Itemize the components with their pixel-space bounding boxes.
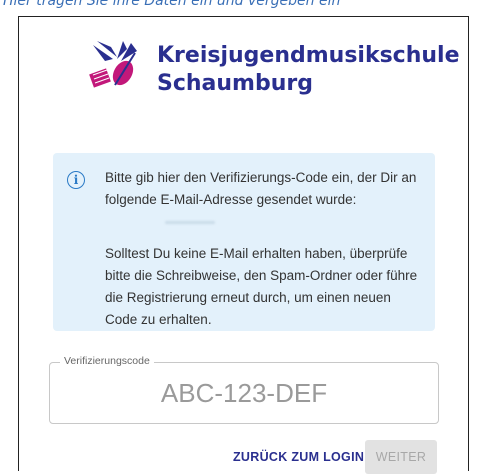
verification-code-field[interactable]: Verifizierungscode: [49, 355, 439, 424]
logo-line-1: Kreisjugendmusikschule: [157, 43, 460, 68]
logo-line-2: Schaumburg: [157, 71, 313, 96]
info-text: Bitte gib hier den Verifizierungs-Code e…: [105, 167, 423, 331]
back-to-login-button[interactable]: ZURÜCK ZUM LOGIN: [225, 440, 372, 474]
music-school-logo-icon: [89, 41, 137, 88]
verification-code-input[interactable]: [50, 363, 438, 423]
info-icon: i: [67, 171, 85, 189]
info-paragraph-instructions: Bitte gib hier den Verifizierungs-Code e…: [105, 170, 417, 207]
logo-wordmark: Kreisjugendmusikschule Schaumburg: [157, 42, 460, 98]
school-logo: Kreisjugendmusikschule Schaumburg: [87, 39, 460, 119]
info-alert: i Bitte gib hier den Verifizierungs-Code…: [53, 153, 435, 331]
info-paragraph-help: Solltest Du keine E-Mail erhalten haben,…: [105, 246, 418, 327]
page-caption: Hier tragen Sie ihre Daten ein und verge…: [3, 0, 341, 9]
next-button[interactable]: WEITER: [365, 440, 437, 474]
email-address-redacted: [105, 211, 423, 243]
verification-dialog: Kreisjugendmusikschule Schaumburg i Bitt…: [18, 16, 469, 474]
